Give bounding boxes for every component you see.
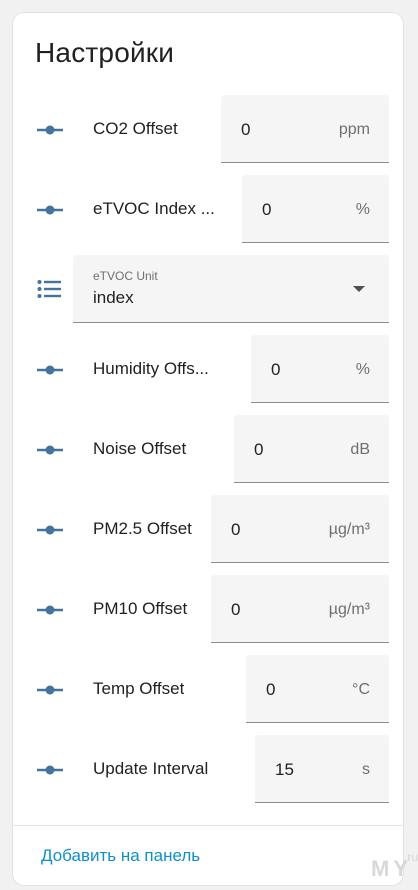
entity-label: PM10 Offset — [93, 599, 188, 618]
field-value: 0 — [271, 360, 281, 379]
slider-icon — [37, 605, 63, 615]
entity-label: Temp Offset — [93, 679, 185, 698]
field-value: 15 — [275, 760, 294, 779]
field-unit: % — [355, 361, 370, 378]
field-unit: dB — [350, 441, 370, 458]
entity-label: PM2.5 Offset — [93, 519, 192, 538]
select-label: eTVOC Unit — [93, 269, 158, 283]
slider-icon — [37, 525, 63, 535]
field-value: 0 — [266, 680, 276, 699]
card-title: Настройки — [35, 37, 175, 68]
noise-offset-input[interactable]: 0 dB — [234, 415, 389, 483]
temp-offset-input[interactable]: 0 °C — [246, 655, 389, 723]
update-interval-input[interactable]: 15 s — [255, 735, 389, 803]
field-unit: s — [362, 761, 370, 778]
slider-icon — [37, 365, 63, 375]
entity-row-co2-offset: CO2 Offset 0 ppm — [13, 95, 405, 165]
footer-divider — [13, 825, 403, 826]
select-value: index — [93, 288, 134, 307]
entity-row-temp-offset: Temp Offset 0 °C — [13, 655, 405, 725]
entity-row-humidity-offset: Humidity Offs... 0 % — [13, 335, 405, 405]
co2-offset-input[interactable]: 0 ppm — [221, 95, 389, 163]
field-unit: µg/m³ — [328, 601, 370, 618]
entity-row-noise-offset: Noise Offset 0 dB — [13, 415, 405, 485]
slider-icon — [37, 205, 63, 215]
entity-label: Update Interval — [93, 759, 209, 778]
pm10-offset-input[interactable]: 0 µg/m³ — [211, 575, 389, 643]
field-value: 0 — [254, 440, 264, 459]
entity-row-etvoc-index: eTVOC Index ... 0 % — [13, 175, 405, 245]
settings-card: Настройки CO2 Offset 0 ppm eTVOC Index .… — [12, 12, 404, 886]
entity-label: Noise Offset — [93, 439, 187, 458]
slider-icon — [37, 765, 63, 775]
field-unit: µg/m³ — [328, 521, 370, 538]
field-unit: % — [355, 201, 370, 218]
entity-row-etvoc-unit: eTVOC Unit index — [13, 255, 405, 325]
entity-label: Humidity Offs... — [93, 359, 209, 378]
watermark-suffix: .ru — [403, 850, 418, 864]
list-icon — [37, 280, 61, 298]
pm25-offset-input[interactable]: 0 µg/m³ — [211, 495, 389, 563]
humidity-offset-input[interactable]: 0 % — [251, 335, 389, 403]
field-value: 0 — [231, 520, 241, 539]
field-value: 0 — [241, 120, 251, 139]
entity-row-pm25-offset: PM2.5 Offset 0 µg/m³ — [13, 495, 405, 565]
entity-label: eTVOC Index ... — [93, 199, 215, 218]
slider-icon — [37, 685, 63, 695]
field-unit: ppm — [338, 121, 370, 138]
dropdown-arrow-icon[interactable] — [353, 286, 365, 292]
etvoc-unit-select[interactable]: eTVOC Unit index — [73, 255, 389, 323]
field-value: 0 — [262, 200, 272, 219]
add-to-dashboard-link[interactable]: Добавить на панель — [41, 846, 200, 866]
slider-icon — [37, 125, 63, 135]
etvoc-index-input[interactable]: 0 % — [242, 175, 389, 243]
entity-row-pm10-offset: PM10 Offset 0 µg/m³ — [13, 575, 405, 645]
entity-label: CO2 Offset — [93, 119, 178, 138]
entity-row-update-interval: Update Interval 15 s — [13, 735, 405, 805]
field-value: 0 — [231, 600, 241, 619]
field-unit: °C — [352, 681, 370, 698]
slider-icon — [37, 445, 63, 455]
